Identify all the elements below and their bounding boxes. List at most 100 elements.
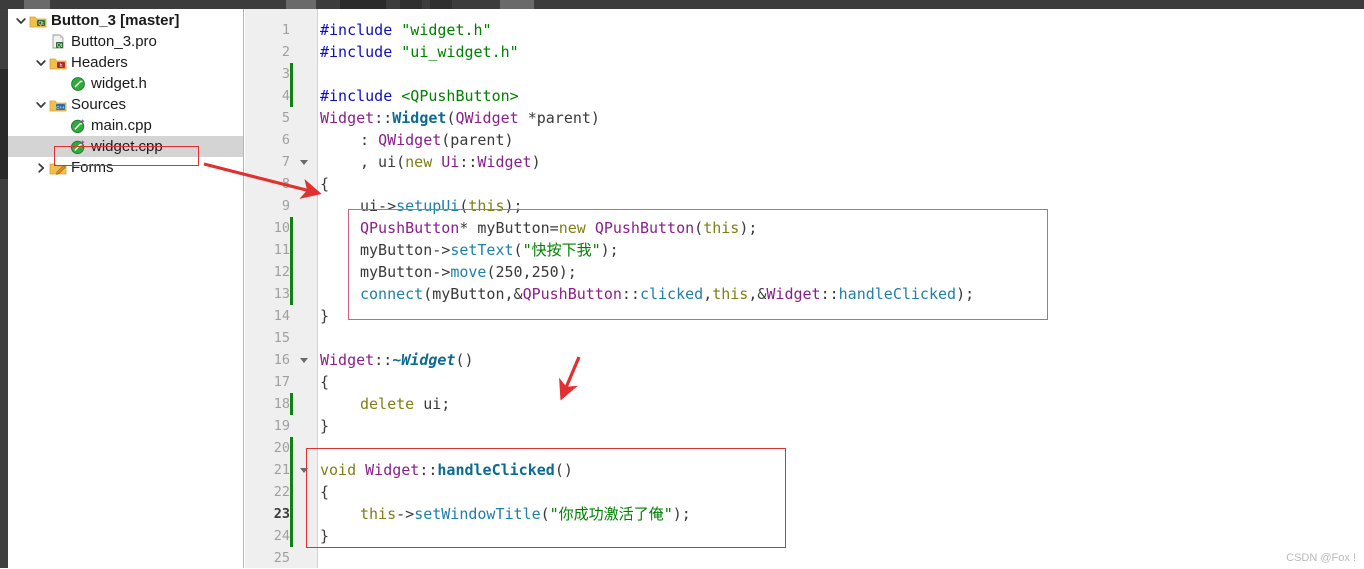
code-line[interactable]: {	[320, 173, 329, 195]
svg-text:Qt: Qt	[57, 43, 63, 49]
code-token: *parent)	[518, 109, 600, 127]
code-token: ->	[396, 505, 415, 523]
line-number-gutter[interactable]: 1 2 3 4 5 6 7 8 9 10 11 12 13 14 15 16 17 18 19 20 21 22 23 24 2…	[245, 9, 318, 568]
chevron-down-icon[interactable]	[14, 10, 28, 31]
code-token: Widget	[477, 153, 532, 171]
twisty-placeholder	[54, 115, 68, 136]
chevron-right-icon[interactable]	[34, 157, 48, 178]
code-line[interactable]: #include <QPushButton>	[320, 85, 519, 107]
code-token: ui->	[360, 197, 397, 215]
project-tree-panel[interactable]: Qt Button_3 [master] Qt Button_3.pro h Header…	[8, 9, 244, 568]
code-token: {	[320, 373, 330, 391]
code-token: QPushButton	[360, 219, 460, 237]
line-number: 22	[273, 484, 290, 500]
sources-folder-icon: C++	[48, 94, 68, 115]
code-line[interactable]: }	[320, 305, 329, 327]
tree-item-label: main.cpp	[91, 117, 152, 134]
fold-toggle-icon[interactable]	[297, 151, 311, 173]
svg-text:h: h	[60, 63, 63, 69]
code-token: ,	[703, 285, 713, 303]
code-line[interactable]: {	[320, 371, 329, 393]
code-line[interactable]: myButton->move(250,250);	[360, 261, 577, 283]
code-line[interactable]: ui->setupUi(this);	[360, 195, 523, 217]
code-line[interactable]: void Widget::handleClicked()	[320, 459, 573, 481]
tree-item-main-cpp[interactable]: main.cpp	[8, 115, 243, 136]
code-token: "ui_widget.h"	[401, 43, 519, 61]
svg-text:C++: C++	[56, 105, 65, 110]
code-token: this	[712, 285, 749, 303]
tree-item-label: Button_3 [master]	[51, 12, 180, 29]
tree-item-headers[interactable]: h Headers	[8, 52, 243, 73]
tree-item-label: Forms	[71, 159, 114, 176]
tree-item-widget-h[interactable]: widget.h	[8, 73, 243, 94]
code-line[interactable]: {	[320, 481, 329, 503]
code-token: ::	[374, 351, 393, 369]
line-number: 19	[273, 418, 290, 434]
code-token: );	[600, 241, 619, 259]
tree-item-label: Sources	[71, 96, 127, 113]
code-line[interactable]: Widget::Widget(QWidget *parent)	[320, 107, 600, 129]
code-token: ::	[621, 285, 640, 303]
code-token: }	[320, 417, 330, 435]
code-token: (parent)	[441, 131, 514, 149]
code-token: (myButton,&	[423, 285, 523, 303]
watermark: CSDN @Fox !	[1286, 552, 1356, 564]
line-number: 20	[273, 440, 290, 456]
code-line[interactable]: , ui(new Ui::Widget)	[360, 151, 541, 173]
fold-toggle-icon[interactable]	[297, 459, 311, 481]
code-line[interactable]: QPushButton* myButton=new QPushButton(th…	[360, 217, 757, 239]
code-token: ()	[455, 351, 474, 369]
code-token: setupUi	[396, 197, 460, 215]
code-token: ,&	[748, 285, 767, 303]
code-token: void	[320, 461, 357, 479]
code-line[interactable]: #include "ui_widget.h"	[320, 41, 519, 63]
fold-toggle-icon[interactable]	[297, 349, 311, 371]
code-line[interactable]: connect(myButton,&QPushButton::clicked,t…	[360, 283, 974, 305]
code-token: ::	[419, 461, 438, 479]
code-token: this	[468, 197, 505, 215]
code-token: QPushButton	[522, 285, 622, 303]
code-token: {	[320, 175, 330, 193]
code-token: setText	[450, 241, 514, 259]
chevron-down-icon[interactable]	[34, 94, 48, 115]
code-token: new	[405, 153, 433, 171]
line-number: 9	[281, 198, 290, 214]
chevron-down-icon[interactable]	[34, 52, 48, 73]
tree-item-label: Headers	[71, 54, 128, 71]
code-token: handleClicked	[437, 461, 555, 479]
code-line[interactable]: this->setWindowTitle("你成功激活了俺");	[360, 503, 691, 525]
code-line[interactable]: myButton->setText("快按下我");	[360, 239, 619, 261]
code-line[interactable]: }	[320, 415, 329, 437]
code-token: ::	[459, 153, 478, 171]
code-text-area[interactable]: #include "widget.h" #include "ui_widget.h…	[318, 9, 1364, 568]
code-token: clicked	[639, 285, 704, 303]
code-token: new	[558, 219, 586, 237]
code-line[interactable]: #include "widget.h"	[320, 19, 492, 41]
toolbar-active-tab[interactable]	[340, 0, 386, 9]
tree-item-sources[interactable]: C++ Sources	[8, 94, 243, 115]
line-number: 14	[273, 308, 290, 324]
code-token: Widget	[320, 109, 375, 127]
toolbar-button-a[interactable]	[400, 0, 422, 9]
tree-item-widget-cpp[interactable]: widget.cpp	[8, 136, 243, 157]
tree-item-button-3-pro[interactable]: Qt Button_3.pro	[8, 31, 243, 52]
code-line[interactable]: Widget::~Widget()	[320, 349, 474, 371]
code-line[interactable]: delete ui;	[360, 393, 450, 415]
code-token: );	[558, 263, 577, 281]
tree-item-forms[interactable]: Forms	[8, 157, 243, 178]
code-line[interactable]: }	[320, 525, 329, 547]
mode-selector-bar[interactable]	[0, 9, 8, 568]
code-token: );	[739, 219, 758, 237]
toolbar-button-b[interactable]	[430, 0, 452, 9]
line-number: 8	[281, 176, 290, 192]
code-line[interactable]: : QWidget(parent)	[360, 129, 514, 151]
tree-item-button-3-master[interactable]: Qt Button_3 [master]	[8, 10, 243, 31]
mode-selector-active-indicator	[0, 69, 8, 179]
code-token: delete	[360, 395, 415, 413]
code-token: )	[531, 153, 541, 171]
code-token: QWidget	[455, 109, 519, 127]
code-token: :	[360, 131, 379, 149]
code-token: setWindowTitle	[414, 505, 541, 523]
